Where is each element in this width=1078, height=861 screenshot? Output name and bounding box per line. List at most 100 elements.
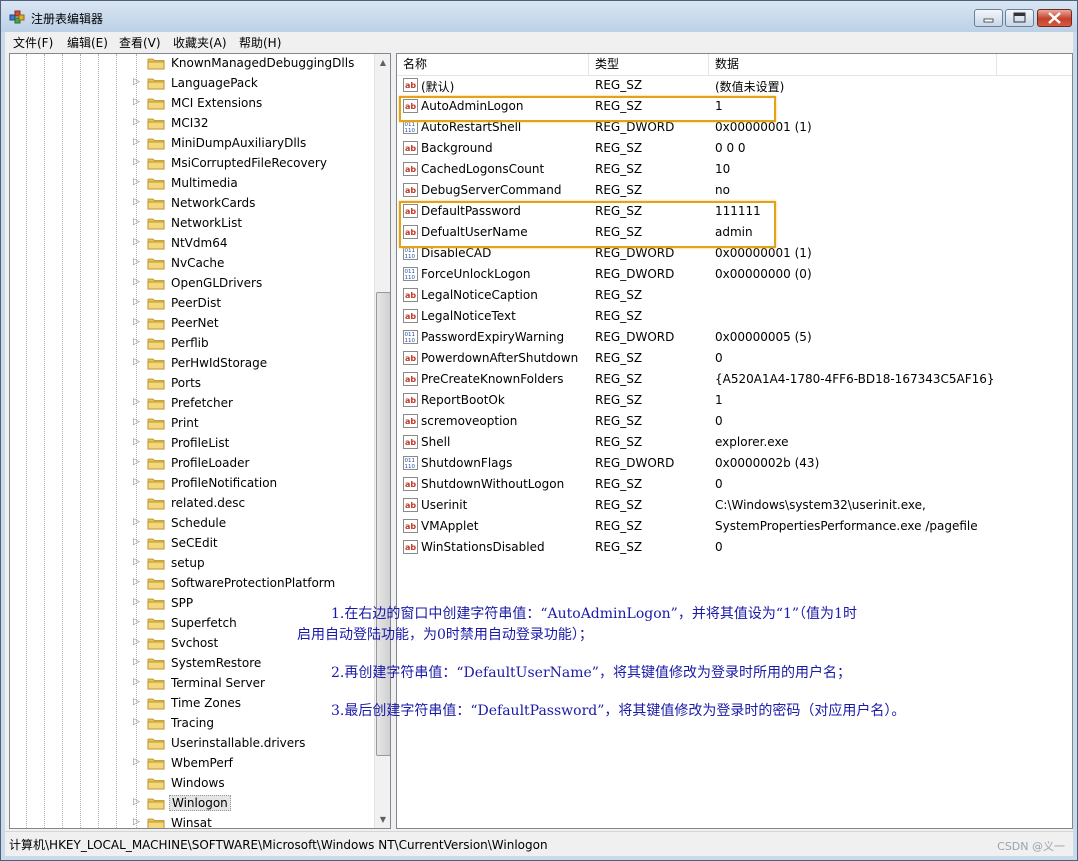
menu-favorites[interactable]: 收藏夹(A) [173, 34, 227, 51]
value-row[interactable]: ab PreCreateKnownFolders REG_SZ {A520A1A4-1… [397, 369, 1072, 390]
tree-item[interactable]: ▷ SystemRestore [10, 654, 374, 674]
expand-arrow-icon[interactable]: ▷ [133, 217, 140, 229]
tree-item[interactable]: ▷ NetworkList [10, 214, 374, 234]
value-row[interactable]: 011 110 ForceUnlockLogon REG_DWORD 0x0000000… [397, 264, 1072, 285]
expand-arrow-icon[interactable]: ▷ [133, 117, 140, 129]
value-row[interactable]: 011 110 ShutdownFlags REG_DWORD 0x0000002b (… [397, 453, 1072, 474]
close-button[interactable] [1037, 9, 1072, 27]
expand-arrow-icon[interactable]: ▷ [133, 77, 140, 89]
value-row[interactable]: ab AutoAdminLogon REG_SZ 1 [397, 96, 1072, 117]
tree-item[interactable]: ▷ Perflib [10, 334, 374, 354]
value-row[interactable]: ab WinStationsDisabled REG_SZ 0 [397, 537, 1072, 558]
value-row[interactable]: ab ReportBootOk REG_SZ 1 [397, 390, 1072, 411]
tree-item[interactable]: ▷ Winsat [10, 814, 374, 828]
menu-help[interactable]: 帮助(H) [239, 34, 281, 51]
tree-item[interactable]: ▷ NtVdm64 [10, 234, 374, 254]
value-row[interactable]: ab LegalNoticeCaption REG_SZ [397, 285, 1072, 306]
expand-arrow-icon[interactable]: ▷ [133, 417, 140, 429]
column-header-type[interactable]: 类型 [589, 54, 709, 75]
value-row[interactable]: ab scremoveoption REG_SZ 0 [397, 411, 1072, 432]
tree-item[interactable]: ▷ PeerNet [10, 314, 374, 334]
expand-arrow-icon[interactable]: ▷ [133, 597, 140, 609]
tree-item[interactable]: ▷ PerHwIdStorage [10, 354, 374, 374]
tree-item[interactable]: ▷ MCI Extensions [10, 94, 374, 114]
tree-item[interactable]: ▷ Terminal Server [10, 674, 374, 694]
expand-arrow-icon[interactable]: ▷ [133, 797, 140, 809]
expand-arrow-icon[interactable]: ▷ [133, 617, 140, 629]
value-row[interactable]: ab PowerdownAfterShutdown REG_SZ 0 [397, 348, 1072, 369]
tree-item[interactable]: Ports [10, 374, 374, 394]
value-row[interactable]: ab VMApplet REG_SZ SystemPropertiesPerforma… [397, 516, 1072, 537]
value-row[interactable]: ab Userinit REG_SZ C:\Windows\system32\user… [397, 495, 1072, 516]
menu-view[interactable]: 查看(V) [119, 34, 161, 51]
tree-item[interactable]: ▷ MCI32 [10, 114, 374, 134]
tree-item[interactable]: ▷ setup [10, 554, 374, 574]
tree-item[interactable]: ▷ Print [10, 414, 374, 434]
value-row[interactable]: ab DefaultPassword REG_SZ 111111 [397, 201, 1072, 222]
menu-edit[interactable]: 编辑(E) [67, 34, 108, 51]
tree-item[interactable]: ▷ SeCEdit [10, 534, 374, 554]
column-header-name[interactable]: 名称 [397, 54, 589, 75]
expand-arrow-icon[interactable]: ▷ [133, 277, 140, 289]
tree-item[interactable]: ▷ Multimedia [10, 174, 374, 194]
tree-item[interactable]: Windows [10, 774, 374, 794]
tree-item[interactable]: ▷ MsiCorruptedFileRecovery [10, 154, 374, 174]
expand-arrow-icon[interactable]: ▷ [133, 677, 140, 689]
value-row[interactable]: 011 110 AutoRestartShell REG_DWORD 0x0000000… [397, 117, 1072, 138]
tree-item[interactable]: ▷ ProfileNotification [10, 474, 374, 494]
title-bar[interactable]: 注册表编辑器 [1, 1, 1077, 32]
tree-item[interactable]: ▷ Schedule [10, 514, 374, 534]
tree-item[interactable]: ▷ ProfileLoader [10, 454, 374, 474]
value-row[interactable]: ab CachedLogonsCount REG_SZ 10 [397, 159, 1072, 180]
expand-arrow-icon[interactable]: ▷ [133, 97, 140, 109]
tree-item[interactable]: ▷ WbemPerf [10, 754, 374, 774]
tree-item[interactable]: ▷ OpenGLDrivers [10, 274, 374, 294]
tree-item[interactable]: ▷ PeerDist [10, 294, 374, 314]
value-row[interactable]: ab ShutdownWithoutLogon REG_SZ 0 [397, 474, 1072, 495]
expand-arrow-icon[interactable]: ▷ [133, 237, 140, 249]
expand-arrow-icon[interactable]: ▷ [133, 517, 140, 529]
scrollbar-thumb[interactable] [376, 292, 390, 756]
scroll-down-arrow-icon[interactable]: ▼ [375, 811, 390, 828]
tree-item[interactable]: ▷ MiniDumpAuxiliaryDlls [10, 134, 374, 154]
expand-arrow-icon[interactable]: ▷ [133, 197, 140, 209]
tree-item[interactable]: related.desc [10, 494, 374, 514]
menu-file[interactable]: 文件(F) [13, 34, 53, 51]
tree-item[interactable]: ▷ LanguagePack [10, 74, 374, 94]
expand-arrow-icon[interactable]: ▷ [133, 317, 140, 329]
expand-arrow-icon[interactable]: ▷ [133, 297, 140, 309]
expand-arrow-icon[interactable]: ▷ [133, 437, 140, 449]
tree-item[interactable]: ▷ NetworkCards [10, 194, 374, 214]
expand-arrow-icon[interactable]: ▷ [133, 477, 140, 489]
expand-arrow-icon[interactable]: ▷ [133, 397, 140, 409]
tree-item[interactable]: ▷ NvCache [10, 254, 374, 274]
expand-arrow-icon[interactable]: ▷ [133, 717, 140, 729]
tree-item[interactable]: ▷ Time Zones [10, 694, 374, 714]
tree-item[interactable]: ▷ SPP [10, 594, 374, 614]
expand-arrow-icon[interactable]: ▷ [133, 457, 140, 469]
value-row[interactable]: ab (默认) REG_SZ (数值未设置) [397, 75, 1072, 96]
expand-arrow-icon[interactable]: ▷ [133, 157, 140, 169]
scroll-up-arrow-icon[interactable]: ▲ [375, 54, 390, 71]
value-row[interactable]: ab DebugServerCommand REG_SZ no [397, 180, 1072, 201]
tree-item[interactable]: Userinstallable.drivers [10, 734, 374, 754]
expand-arrow-icon[interactable]: ▷ [133, 537, 140, 549]
tree-item[interactable]: ▷ ProfileList [10, 434, 374, 454]
expand-arrow-icon[interactable]: ▷ [133, 697, 140, 709]
maximize-button[interactable] [1005, 9, 1034, 27]
tree-item[interactable]: KnownManagedDebuggingDlls [10, 54, 374, 74]
column-header-data[interactable]: 数据 [709, 54, 997, 75]
minimize-button[interactable] [974, 9, 1003, 27]
value-row[interactable]: ab LegalNoticeText REG_SZ [397, 306, 1072, 327]
tree-item[interactable]: ▷ Prefetcher [10, 394, 374, 414]
expand-arrow-icon[interactable]: ▷ [133, 657, 140, 669]
value-row[interactable]: 011 110 PasswordExpiryWarning REG_DWORD 0x00… [397, 327, 1072, 348]
tree-item[interactable]: ▷ SoftwareProtectionPlatform [10, 574, 374, 594]
value-row[interactable]: 011 110 DisableCAD REG_DWORD 0x00000001 (1) [397, 243, 1072, 264]
expand-arrow-icon[interactable]: ▷ [133, 357, 140, 369]
expand-arrow-icon[interactable]: ▷ [133, 337, 140, 349]
expand-arrow-icon[interactable]: ▷ [133, 137, 140, 149]
tree-item[interactable]: ▷ Winlogon [10, 794, 374, 814]
value-row[interactable]: ab Shell REG_SZ explorer.exe [397, 432, 1072, 453]
tree-item[interactable]: ▷ Tracing [10, 714, 374, 734]
